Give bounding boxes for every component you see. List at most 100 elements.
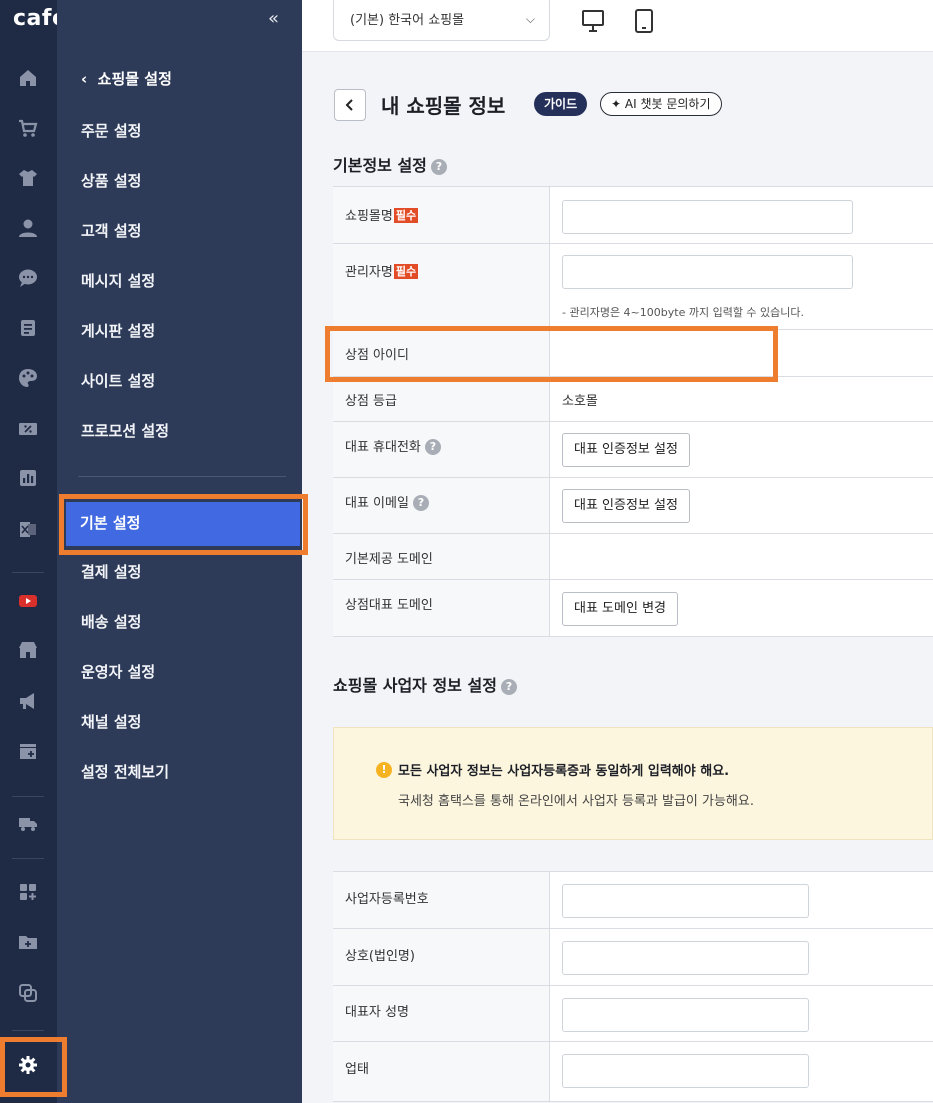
menu-item-message[interactable]: 메시지 설정 (81, 270, 155, 291)
phone-label: 대표 휴대전화 (345, 440, 421, 455)
help-icon[interactable]: ? (412, 495, 429, 511)
icon-rail: cafe24 (0, 0, 99, 1103)
folder-add-icon[interactable] (17, 931, 39, 953)
chevron-left-icon: ‹ (81, 70, 88, 88)
table-row: 쇼핑몰명 필수 (333, 187, 933, 244)
palette-icon[interactable] (17, 367, 39, 389)
shirt-icon[interactable] (17, 167, 39, 189)
table-row: 사업자등록번호 (333, 872, 933, 929)
biz-type-input[interactable] (562, 1054, 809, 1088)
store-grade-label: 상점 등급 (333, 377, 550, 421)
add-store-icon[interactable] (17, 740, 39, 762)
menu-item-customer[interactable]: 고객 설정 (81, 220, 141, 241)
person-icon[interactable] (17, 217, 39, 239)
home-icon[interactable] (17, 67, 39, 89)
company-input[interactable] (562, 941, 809, 975)
store-icon[interactable] (17, 639, 39, 661)
menu-item-order[interactable]: 주문 설정 (81, 120, 141, 141)
cart-icon[interactable] (17, 117, 39, 139)
menu-item-shipping[interactable]: 배송 설정 (81, 611, 141, 632)
admin-name-input[interactable] (562, 255, 853, 289)
main-domain-label: 상점대표 도메인 (333, 580, 550, 636)
store-id-label: 상점 아이디 (333, 330, 550, 376)
megaphone-icon[interactable] (17, 690, 39, 712)
email-auth-button[interactable]: 대표 인증정보 설정 (562, 489, 690, 523)
menu-item-payment[interactable]: 결제 설정 (81, 561, 141, 582)
chevron-left-icon (345, 99, 353, 111)
shop-name-label: 쇼핑몰명 (345, 209, 393, 224)
youtube-icon[interactable] (17, 590, 39, 612)
mobile-view-icon[interactable] (632, 8, 656, 34)
table-row: 기본제공 도메인 (333, 534, 933, 580)
shop-select-dropdown[interactable]: (기본) 한국어 쇼핑몰 ⌵ (333, 0, 550, 41)
menu-item-board[interactable]: 게시판 설정 (81, 320, 155, 341)
menu-item-basic-label: 기본 설정 (80, 514, 141, 532)
table-row: 관리자명 필수 - 관리자명은 4~100byte 까지 입력할 수 있습니다. (333, 244, 933, 330)
reg-no-input[interactable] (562, 884, 809, 918)
menu-item-product[interactable]: 상품 설정 (81, 170, 141, 191)
row-value: 대표 인증정보 설정 (550, 478, 933, 533)
row-label: 관리자명 필수 (333, 244, 550, 329)
company-label: 상호(법인명) (333, 929, 550, 985)
gear-icon[interactable] (17, 1054, 39, 1076)
menu-item-promotion[interactable]: 프로모션 설정 (81, 420, 169, 441)
ai-chatbot-button[interactable]: ✦ AI 챗봇 문의하기 (600, 92, 722, 116)
basic-info-table: 쇼핑몰명 필수 관리자명 필수 - 관리자명은 4~100byte 까지 입력할 수… (333, 186, 933, 637)
menu-item-basic-active[interactable]: 기본 설정 (66, 502, 300, 546)
help-icon[interactable]: ? (424, 439, 441, 455)
required-badge: 필수 (393, 264, 419, 279)
back-button[interactable] (334, 89, 366, 121)
chart-icon[interactable] (17, 467, 39, 489)
chat-icon[interactable] (17, 267, 39, 289)
table-row: 대표 휴대전화? 대표 인증정보 설정 (333, 422, 933, 478)
coupon-icon[interactable] (17, 418, 39, 440)
basic-info-title-text: 기본정보 설정 (333, 156, 427, 175)
shop-name-input[interactable] (562, 200, 853, 234)
collapse-menu-button[interactable]: « (268, 8, 279, 29)
help-icon[interactable]: ? (500, 679, 517, 695)
shop-select-value: (기본) 한국어 쇼핑몰 (350, 13, 465, 28)
menu-back-link[interactable]: ‹ 쇼핑몰 설정 (81, 68, 172, 89)
desktop-view-icon[interactable] (581, 8, 605, 34)
menu-divider (78, 476, 286, 477)
guide-button[interactable]: 가이드 (534, 92, 588, 116)
rail-divider (12, 572, 44, 573)
page-title: 내 쇼핑몰 정보 (381, 94, 506, 118)
row-value (550, 872, 933, 928)
row-label: 쇼핑몰명 필수 (333, 187, 550, 243)
menu-item-all-settings[interactable]: 설정 전체보기 (81, 761, 169, 782)
row-value: - 관리자명은 4~100byte 까지 입력할 수 있습니다. (550, 244, 933, 329)
row-value (550, 1042, 933, 1101)
menu-item-operator[interactable]: 운영자 설정 (81, 661, 155, 682)
table-row: 대표 이메일? 대표 인증정보 설정 (333, 478, 933, 534)
table-row: 대표자 성명 (333, 986, 933, 1042)
phone-auth-button[interactable]: 대표 인증정보 설정 (562, 433, 690, 467)
row-value (550, 187, 933, 243)
default-domain-label: 기본제공 도메인 (333, 534, 550, 579)
ai-chatbot-label: AI 챗봇 문의하기 (624, 97, 711, 111)
truck-icon[interactable] (17, 812, 39, 834)
required-badge: 필수 (393, 208, 419, 223)
board-icon[interactable] (17, 317, 39, 339)
copy-icon[interactable] (17, 982, 39, 1004)
reg-no-label: 사업자등록번호 (333, 872, 550, 928)
notice-title: 모든 사업자 정보는 사업자등록증과 동일하게 입력해야 해요. (398, 764, 730, 779)
row-value: 대표 인증정보 설정 (550, 422, 933, 477)
excel-icon[interactable] (17, 518, 39, 540)
store-grade-value: 소호몰 (562, 394, 598, 409)
change-domain-button[interactable]: 대표 도메인 변경 (562, 592, 678, 626)
admin-name-hint: - 관리자명은 4~100byte 까지 입력할 수 있습니다. (562, 306, 805, 319)
table-row: 업태 (333, 1042, 933, 1102)
menu-item-channel[interactable]: 채널 설정 (81, 711, 141, 732)
basic-info-title: 기본정보 설정? (333, 152, 447, 176)
business-info-table: 사업자등록번호 상호(법인명) 대표자 성명 업태 (333, 871, 933, 1102)
chevron-down-icon: ⌵ (525, 12, 535, 26)
menu-item-site[interactable]: 사이트 설정 (81, 370, 155, 391)
table-row: 상점 등급 소호몰 (333, 377, 933, 422)
biz-type-label: 업태 (333, 1042, 550, 1101)
business-info-title: 쇼핑몰 사업자 정보 설정? (333, 672, 517, 696)
help-icon[interactable]: ? (430, 159, 447, 175)
info-icon: ! (376, 762, 392, 778)
ceo-input[interactable] (562, 998, 809, 1032)
apps-add-icon[interactable] (17, 881, 39, 903)
